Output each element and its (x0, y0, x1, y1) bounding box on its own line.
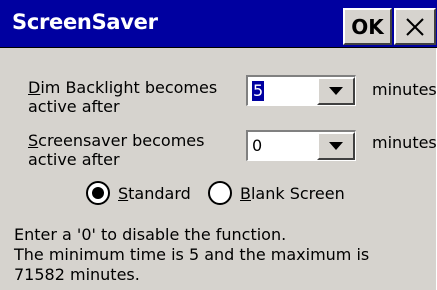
blank-screen-radio[interactable]: Blank Screen (208, 181, 345, 205)
radio-selected-icon (86, 181, 110, 205)
title-bar: ScreenSaver OK (0, 0, 437, 48)
radio-unselected-icon (208, 181, 232, 205)
dim-backlight-value[interactable]: 5 (252, 81, 265, 101)
info-text: Enter a '0' to disable the function. The… (14, 225, 370, 284)
dim-backlight-label: Dim Backlight becomes active after (28, 78, 218, 116)
chevron-down-icon (329, 142, 343, 150)
dim-backlight-combobox[interactable]: 5 (246, 75, 356, 106)
screensaver-combobox[interactable]: 0 (246, 130, 356, 161)
blank-screen-radio-label: Blank Screen (240, 183, 345, 203)
ok-button-label: OK (351, 14, 384, 39)
screensaver-value[interactable]: 0 (252, 136, 262, 156)
dim-backlight-unit: minutes (372, 80, 437, 99)
close-button[interactable] (394, 8, 436, 45)
screensaver-dropdown-button[interactable] (317, 132, 355, 160)
standard-radio-label: Standard (118, 183, 191, 203)
standard-radio[interactable]: Standard (86, 181, 191, 205)
screensaver-unit: minutes (372, 133, 437, 152)
screensaver-label: Screensaver becomes active after (28, 131, 205, 169)
chevron-down-icon (329, 87, 343, 95)
screensaver-dialog: ScreenSaver OK Dim Backlight becomes act… (0, 0, 437, 290)
dim-backlight-dropdown-button[interactable] (317, 77, 355, 105)
close-icon (406, 17, 424, 36)
ok-button[interactable]: OK (343, 8, 392, 45)
window-title: ScreenSaver (12, 10, 158, 34)
